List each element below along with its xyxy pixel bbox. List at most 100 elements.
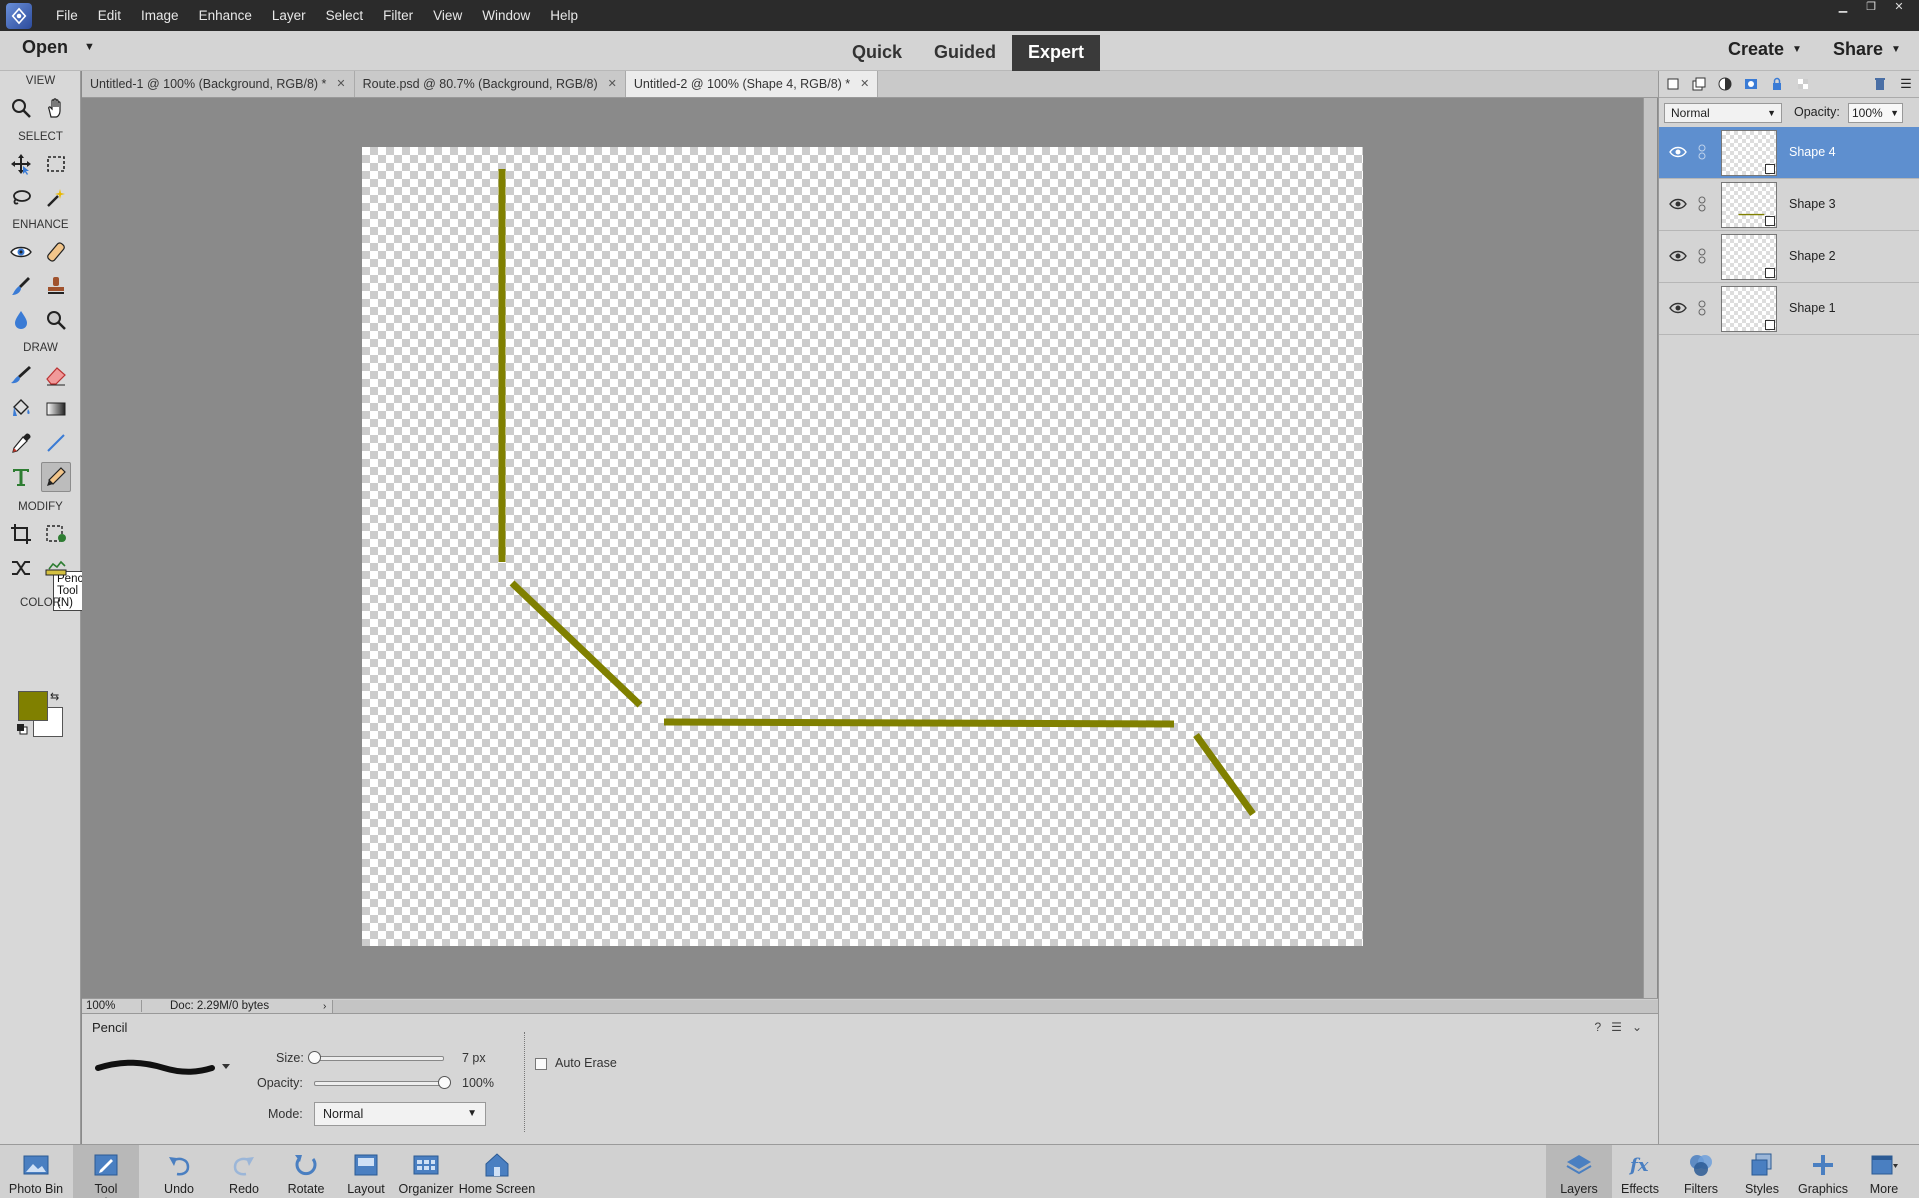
layout-button[interactable]: Layout — [333, 1145, 399, 1198]
visibility-eye-icon[interactable] — [1669, 249, 1687, 263]
graphics-button[interactable]: Graphics — [1790, 1145, 1856, 1198]
photo-bin-button[interactable]: Photo Bin — [3, 1145, 69, 1198]
menu-layer[interactable]: Layer — [262, 0, 316, 31]
restore-icon[interactable]: ❐ — [1857, 0, 1885, 16]
close-icon[interactable]: ✕ — [860, 71, 869, 97]
smart-brush-icon[interactable] — [6, 271, 36, 301]
menu-image[interactable]: Image — [131, 0, 189, 31]
default-colors-icon[interactable] — [16, 723, 28, 735]
paint-bucket-icon[interactable] — [6, 394, 36, 424]
brush-tool-icon[interactable] — [6, 360, 36, 390]
blend-mode-dropdown[interactable]: Normal ▼ — [1664, 103, 1782, 123]
mode-tab-quick[interactable]: Quick — [836, 35, 918, 71]
link-icon[interactable] — [1697, 299, 1707, 317]
blur-tool-icon[interactable] — [6, 305, 36, 335]
lock-transparency-icon[interactable] — [1795, 76, 1811, 92]
lasso-tool-icon[interactable] — [6, 183, 36, 213]
open-dropdown-icon[interactable]: ▼ — [84, 41, 95, 53]
spot-healing-icon[interactable] — [41, 237, 71, 267]
vertical-scrollbar[interactable] — [1643, 98, 1657, 998]
swap-colors-icon[interactable]: ⇆ — [50, 690, 59, 703]
doc-tab-untitled-2[interactable]: Untitled-2 @ 100% (Shape 4, RGB/8) * ✕ — [625, 71, 879, 97]
home-screen-button[interactable]: Home Screen — [456, 1145, 538, 1198]
app-logo-icon[interactable] — [6, 2, 32, 29]
tool-options-button[interactable]: Tool Options — [73, 1145, 139, 1198]
rotate-button[interactable]: Rotate — [273, 1145, 339, 1198]
straighten-tool-icon[interactable] — [41, 553, 71, 583]
marquee-tool-icon[interactable] — [41, 149, 71, 179]
mode-tab-expert[interactable]: Expert — [1012, 35, 1101, 71]
link-icon[interactable] — [1697, 143, 1707, 161]
menu-select[interactable]: Select — [316, 0, 374, 31]
doc-tab-untitled-1[interactable]: Untitled-1 @ 100% (Background, RGB/8) * ✕ — [82, 71, 355, 97]
new-group-icon[interactable] — [1691, 76, 1707, 92]
effects-button[interactable]: fx Effects — [1607, 1145, 1673, 1198]
horizontal-scrollbar[interactable] — [332, 999, 1658, 1013]
mode-tab-guided[interactable]: Guided — [918, 35, 1012, 71]
type-tool-icon[interactable] — [6, 462, 36, 492]
filters-button[interactable]: Filters — [1668, 1145, 1734, 1198]
share-button[interactable]: Share ▼ — [1833, 39, 1901, 60]
foreground-color-swatch[interactable] — [18, 691, 48, 721]
styles-button[interactable]: Styles — [1729, 1145, 1795, 1198]
link-icon[interactable] — [1697, 247, 1707, 265]
link-icon[interactable] — [1697, 195, 1707, 213]
menu-view[interactable]: View — [423, 0, 472, 31]
close-icon[interactable]: ✕ — [336, 71, 345, 97]
minimize-icon[interactable]: ▁ — [1829, 0, 1857, 16]
adjustment-layer-icon[interactable] — [1717, 76, 1733, 92]
open-button[interactable]: Open — [22, 37, 68, 58]
visibility-eye-icon[interactable] — [1669, 197, 1687, 211]
help-icon[interactable]: ? — [1594, 1020, 1601, 1034]
sponge-tool-icon[interactable] — [41, 305, 71, 335]
layer-row-shape-1[interactable]: Shape 1 — [1659, 283, 1919, 335]
organizer-button[interactable]: Organizer — [393, 1145, 459, 1198]
zoom-tool-icon[interactable] — [6, 93, 36, 123]
layer-opacity-field[interactable]: 100% ▼ — [1848, 103, 1903, 123]
hand-tool-icon[interactable] — [41, 93, 71, 123]
opacity-slider-knob[interactable] — [438, 1076, 451, 1089]
eyedropper-icon[interactable] — [6, 428, 36, 458]
visibility-eye-icon[interactable] — [1669, 145, 1687, 159]
menu-window[interactable]: Window — [472, 0, 540, 31]
menu-filter[interactable]: Filter — [373, 0, 423, 31]
menu-file[interactable]: File — [46, 0, 88, 31]
visibility-eye-icon[interactable] — [1669, 301, 1687, 315]
menu-edit[interactable]: Edit — [88, 0, 131, 31]
gradient-tool-icon[interactable] — [41, 394, 71, 424]
delete-layer-icon[interactable] — [1872, 76, 1888, 92]
layer-row-shape-2[interactable]: Shape 2 — [1659, 231, 1919, 283]
doc-tab-route[interactable]: Route.psd @ 80.7% (Background, RGB/8) ✕ — [355, 71, 626, 97]
zoom-level[interactable]: 100% — [82, 1000, 142, 1012]
panel-menu-icon[interactable]: ☰ — [1611, 1020, 1622, 1034]
red-eye-tool-icon[interactable] — [6, 237, 36, 267]
line-tool-icon[interactable] — [41, 428, 71, 458]
layer-row-shape-3[interactable]: Shape 3 — [1659, 179, 1919, 231]
panel-menu-icon[interactable]: ☰ — [1898, 76, 1914, 92]
collapse-icon[interactable]: ⌄ — [1632, 1020, 1642, 1034]
mode-dropdown[interactable]: Normal ▼ — [314, 1102, 486, 1126]
menu-enhance[interactable]: Enhance — [189, 0, 262, 31]
new-layer-icon[interactable] — [1665, 76, 1681, 92]
brush-preset-picker[interactable] — [94, 1054, 234, 1083]
clone-stamp-icon[interactable] — [41, 271, 71, 301]
layer-mask-icon[interactable] — [1743, 76, 1759, 92]
lock-all-icon[interactable] — [1769, 76, 1785, 92]
crop-tool-icon[interactable] — [6, 519, 36, 549]
more-button[interactable]: More — [1851, 1145, 1917, 1198]
status-expand-icon[interactable]: › — [317, 1001, 332, 1012]
menu-help[interactable]: Help — [540, 0, 588, 31]
magic-wand-icon[interactable] — [41, 183, 71, 213]
redo-button[interactable]: Redo — [211, 1145, 277, 1198]
undo-button[interactable]: Undo — [146, 1145, 212, 1198]
opacity-slider[interactable] — [314, 1081, 444, 1086]
close-icon[interactable]: ✕ — [608, 71, 617, 97]
auto-erase-checkbox[interactable] — [535, 1058, 547, 1070]
layers-panel-button[interactable]: Layers — [1546, 1145, 1612, 1198]
size-slider-knob[interactable] — [308, 1051, 321, 1064]
document-canvas[interactable] — [362, 147, 1363, 946]
pencil-tool-icon[interactable] — [41, 462, 71, 492]
layer-row-shape-4[interactable]: Shape 4 — [1659, 127, 1919, 179]
create-button[interactable]: Create ▼ — [1728, 39, 1802, 60]
content-aware-move-icon[interactable] — [6, 553, 36, 583]
